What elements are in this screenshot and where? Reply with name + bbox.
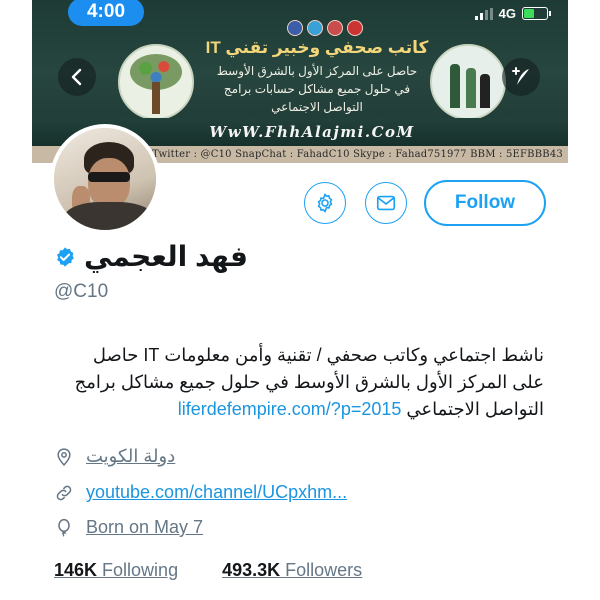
chevron-left-icon bbox=[71, 68, 82, 86]
youtube-icon bbox=[347, 20, 363, 36]
profile-location: دولة الكويت bbox=[54, 446, 175, 467]
bio-link[interactable]: liferdefempire.com/?p=2015 bbox=[178, 399, 402, 419]
balloon-icon bbox=[58, 518, 70, 537]
location-pin-icon bbox=[57, 447, 71, 466]
followers-label: Followers bbox=[285, 560, 363, 580]
bio-line: ناشط اجتماعي وكاتب صحفي / تقنية وأمن معل… bbox=[92, 345, 544, 365]
link-icon bbox=[56, 485, 72, 500]
signal-icon bbox=[474, 7, 493, 20]
following-count: 146K bbox=[54, 560, 98, 580]
instagram-icon bbox=[327, 20, 343, 36]
profile-name-row: فهد العجمي bbox=[54, 240, 248, 273]
follow-button[interactable]: Follow bbox=[424, 180, 546, 226]
banner-website: WwW.FhhAlajmi.CoM bbox=[209, 123, 415, 141]
location-text: دولة الكويت bbox=[86, 446, 176, 466]
gear-icon bbox=[317, 193, 333, 213]
status-time: 4:00 bbox=[68, 0, 144, 26]
back-button[interactable] bbox=[58, 58, 96, 96]
network-label: 4G bbox=[498, 6, 516, 21]
banner-subtitle-line: حاصل على المركز الأول بالشرق الأوسط bbox=[216, 64, 418, 78]
bio-line: على المركز الأول بالشرق الأوسط في حلول ج… bbox=[74, 372, 544, 392]
twitter-icon bbox=[307, 20, 323, 36]
message-button[interactable] bbox=[365, 182, 407, 224]
social-badges bbox=[287, 20, 363, 36]
followers-stat[interactable]: 493.3K Followers bbox=[222, 560, 362, 581]
followers-count: 493.3K bbox=[222, 560, 281, 580]
following-label: Following bbox=[102, 560, 179, 580]
banner-tree-image bbox=[118, 44, 194, 120]
envelope-icon bbox=[376, 195, 396, 211]
following-stat[interactable]: 146K Following bbox=[54, 560, 178, 581]
banner-subtitle-line: التواصل الاجتماعي bbox=[271, 100, 363, 114]
banner-subtitle-line: في حلول جميع مشاكل حسابات برامج bbox=[223, 82, 411, 96]
banner-title: كاتب صحفي وخبير تقني IT bbox=[205, 38, 429, 57]
profile-name: فهد العجمي bbox=[84, 241, 248, 272]
status-indicators: 4G bbox=[474, 6, 551, 21]
profile-bio: ناشط اجتماعي وكاتب صحفي / تقنية وأمن معل… bbox=[54, 342, 544, 423]
battery-icon bbox=[522, 7, 551, 20]
bio-line: التواصل الاجتماعي liferdefempire.com/?p=… bbox=[54, 396, 544, 423]
profile-screen: كاتب صحفي وخبير تقني IT حاصل على المركز … bbox=[32, 0, 568, 600]
birthday-text: Born on May 7 bbox=[86, 517, 204, 537]
settings-button[interactable] bbox=[304, 182, 346, 224]
profile-handle: @C10 bbox=[54, 281, 109, 302]
banner-people-image bbox=[430, 44, 506, 120]
profile-birthday: Born on May 7 bbox=[54, 517, 203, 538]
profile-stats: 146K Following 493.3K Followers bbox=[54, 560, 362, 581]
verified-badge-icon bbox=[57, 246, 74, 267]
avatar[interactable] bbox=[50, 124, 160, 234]
facebook-icon bbox=[287, 20, 303, 36]
compose-icon bbox=[512, 67, 529, 85]
profile-website: youtube.com/channel/UCpxhm... bbox=[54, 482, 347, 503]
bio-line-text: التواصل الاجتماعي bbox=[406, 399, 544, 419]
website-link[interactable]: youtube.com/channel/UCpxhm... bbox=[86, 482, 347, 503]
compose-button[interactable] bbox=[502, 58, 540, 96]
